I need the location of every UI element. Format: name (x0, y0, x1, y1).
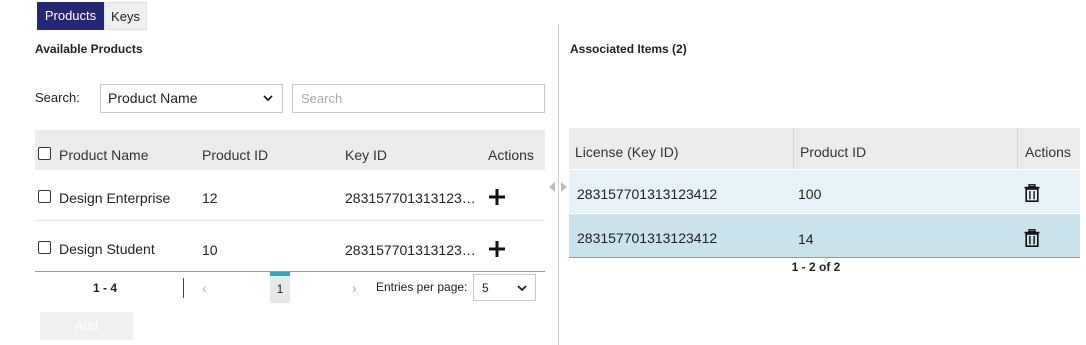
product-id-cell: 100 (798, 186, 822, 202)
key-id-cell: 283157701313123… (345, 190, 476, 206)
entries-per-page-label: Entries per page: (376, 280, 468, 294)
entries-per-page-select[interactable]: 5 (473, 274, 536, 301)
add-button[interactable]: Add (40, 312, 133, 340)
product-id-cell: 12 (202, 190, 218, 206)
row-divider (35, 220, 545, 221)
pager-separator (183, 278, 184, 298)
search-input[interactable] (292, 84, 545, 113)
search-label: Search: (35, 90, 80, 105)
available-products-title: Available Products (35, 42, 143, 56)
select-all-checkbox[interactable] (38, 147, 51, 160)
chevron-down-icon (517, 285, 527, 292)
col-actions: Actions (1025, 144, 1071, 160)
column-divider (793, 128, 794, 169)
pager-range: 1 - 4 (93, 281, 118, 295)
entries-per-page-value: 5 (482, 281, 489, 295)
column-divider (1017, 128, 1018, 169)
pager-prev-button[interactable]: ‹ (202, 280, 207, 296)
product-id-cell: 10 (202, 242, 218, 258)
trash-icon[interactable] (1024, 229, 1040, 247)
product-id-cell: 14 (798, 231, 814, 247)
product-name-cell: Design Student (59, 241, 155, 257)
pager-next-button[interactable]: › (352, 280, 357, 296)
tab-keys[interactable]: Keys (104, 2, 147, 30)
col-product-name[interactable]: Product Name (59, 147, 148, 163)
product-name-cell: Design Enterprise (59, 190, 171, 206)
pager-range: 1 - 2 of 2 (791, 260, 841, 274)
row-checkbox[interactable] (38, 241, 51, 254)
associated-items-title: Associated Items (2) (570, 42, 687, 56)
chevron-down-icon (263, 95, 273, 102)
license-cell: 283157701313123412 (577, 186, 718, 202)
col-product-id[interactable]: Product ID (202, 147, 268, 163)
tab-products[interactable]: Products (37, 2, 104, 30)
table-footer-line (35, 271, 545, 272)
key-id-cell: 283157701313123… (345, 242, 476, 258)
table-footer-line (569, 257, 1080, 258)
pager-page-1[interactable]: 1 (270, 276, 290, 303)
row-checkbox[interactable] (38, 190, 51, 203)
add-icon[interactable] (489, 189, 505, 205)
collapse-arrows-icon[interactable] (548, 181, 568, 193)
col-license-key-id[interactable]: License (Key ID) (575, 144, 678, 160)
license-cell: 283157701313123412 (577, 230, 718, 246)
col-product-id[interactable]: Product ID (800, 144, 866, 160)
col-key-id[interactable]: Key ID (345, 147, 387, 163)
trash-icon[interactable] (1024, 184, 1040, 202)
search-field-value: Product Name (108, 90, 198, 106)
col-actions: Actions (488, 147, 534, 163)
add-icon[interactable] (489, 241, 505, 257)
search-field-select[interactable]: Product Name (100, 84, 283, 113)
